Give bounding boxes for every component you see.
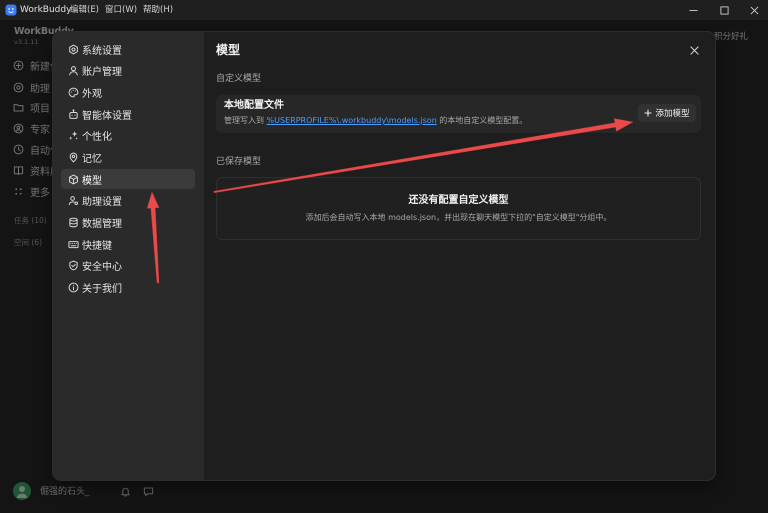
- shield-icon: [68, 260, 79, 271]
- add-model-button[interactable]: 添加模型: [638, 104, 696, 122]
- settings-nav-security[interactable]: 安全中心: [61, 256, 195, 276]
- menu-edit[interactable]: 编辑(E): [70, 0, 99, 20]
- config-card-title: 本地配置文件: [224, 100, 284, 111]
- database-icon: [68, 217, 79, 228]
- close-window-button[interactable]: [740, 0, 768, 20]
- sparkle-icon: [68, 130, 79, 141]
- workbuddy-logo-icon: [5, 4, 17, 16]
- title-bar: WorkBuddy 编辑(E) 窗口(W) 帮助(H): [0, 0, 768, 20]
- minimize-icon: [688, 6, 698, 15]
- settings-nav-label: 快捷键: [82, 240, 112, 252]
- settings-nav-data[interactable]: 数据管理: [61, 213, 195, 233]
- settings-nav-agent[interactable]: 智能体设置: [61, 104, 195, 124]
- app-window: WorkBuddy 编辑(E) 窗口(W) 帮助(H) WorkBuddy v3…: [0, 0, 768, 513]
- settings-nav-about[interactable]: 关于我们: [61, 278, 195, 298]
- section-label-custom-models: 自定义模型: [216, 74, 262, 84]
- settings-nav-personalization[interactable]: 个性化: [61, 126, 195, 146]
- settings-nav-label: 账户管理: [82, 67, 122, 79]
- app-name: WorkBuddy: [20, 5, 72, 15]
- robot-icon: [68, 108, 79, 120]
- settings-nav-label: 智能体设置: [82, 110, 132, 122]
- local-config-card: 本地配置文件 管理写入到 %USERPROFILE%\.workbuddy\mo…: [216, 95, 701, 133]
- config-card-description: 管理写入到 %USERPROFILE%\.workbuddy\models.js…: [224, 115, 527, 126]
- settings-nav-label: 个性化: [82, 132, 112, 144]
- settings-nav-label: 数据管理: [82, 219, 122, 230]
- settings-nav-account[interactable]: 账户管理: [61, 61, 195, 81]
- info-icon: [68, 282, 79, 293]
- models-json-path-link[interactable]: %USERPROFILE%\.workbuddy\models.json: [267, 116, 437, 125]
- settings-content: 模型 自定义模型 本地配置文件 管理写入到 %USERPROFILE%\.wor…: [204, 32, 715, 480]
- settings-nav-label: 安全中心: [82, 262, 122, 274]
- cube-icon: [68, 174, 79, 185]
- settings-nav-appearance[interactable]: 外观: [61, 82, 195, 102]
- empty-state-title: 还没有配置自定义模型: [408, 195, 509, 206]
- pin-icon: [68, 152, 79, 163]
- menu-help[interactable]: 帮助(H): [143, 0, 173, 20]
- maximize-icon: [719, 5, 729, 15]
- settings-nav-memory[interactable]: 记忆: [61, 147, 195, 167]
- user-gear-icon: [68, 195, 79, 206]
- settings-nav-label: 关于我们: [82, 284, 122, 296]
- close-icon: [750, 6, 759, 15]
- saved-models-empty-state: 还没有配置自定义模型 添加后会自动写入本地 models.json，并出现在聊天…: [216, 177, 701, 240]
- config-desc-prefix: 管理写入到: [224, 116, 267, 125]
- settings-nav-model[interactable]: 模型: [61, 169, 195, 190]
- menu-window[interactable]: 窗口(W): [105, 0, 137, 20]
- palette-icon: [68, 87, 79, 98]
- minimize-button[interactable]: [679, 0, 707, 20]
- settings-nav-system[interactable]: 系统设置: [61, 39, 195, 59]
- close-icon[interactable]: [688, 44, 700, 56]
- settings-nav-shortcuts[interactable]: 快捷键: [61, 234, 195, 254]
- settings-nav-assistant[interactable]: 助理设置: [61, 191, 195, 211]
- plus-icon: [644, 109, 653, 117]
- config-desc-suffix: 的本地自定义模型配置。: [436, 116, 528, 125]
- settings-nav-label: 助理设置: [82, 197, 122, 209]
- settings-dialog: 系统设置 账户管理 外观 智能体设置 个性化 记忆 模型 助理设置 数据管理 快…: [53, 32, 715, 480]
- settings-nav-label: 外观: [82, 88, 102, 100]
- maximize-button[interactable]: [710, 0, 738, 20]
- settings-nav-label: 系统设置: [82, 45, 122, 57]
- settings-nav-label: 模型: [82, 175, 102, 187]
- page-title: 模型: [216, 43, 241, 57]
- gear-icon: [68, 44, 79, 55]
- empty-state-description: 添加后会自动写入本地 models.json，并出现在聊天模型下拉的"自定义模型…: [305, 213, 612, 222]
- person-icon: [68, 65, 79, 76]
- add-model-label: 添加模型: [655, 109, 690, 119]
- keyboard-icon: [68, 239, 79, 250]
- settings-nav-label: 记忆: [82, 153, 102, 165]
- settings-nav: 系统设置 账户管理 外观 智能体设置 个性化 记忆 模型 助理设置 数据管理 快…: [53, 32, 204, 480]
- section-label-saved-models: 已保存模型: [216, 157, 262, 167]
